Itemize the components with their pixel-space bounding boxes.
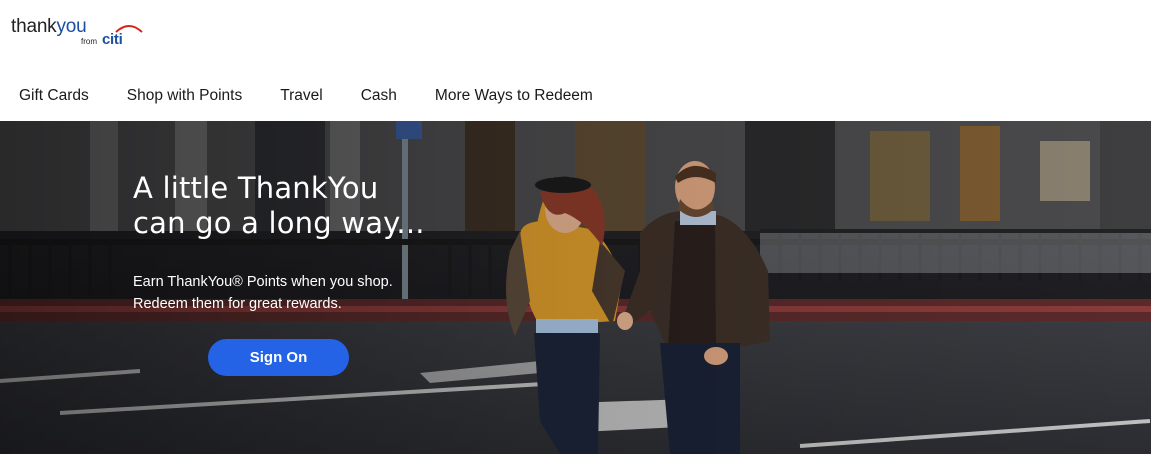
- hero-title: A little ThankYou can go a long way...: [133, 171, 453, 241]
- hero-title-line-1: A little ThankYou: [133, 171, 379, 205]
- logo-from-text: from: [81, 37, 97, 46]
- logo-citi-text: citi: [102, 31, 123, 48]
- hero-subtitle: Earn ThankYou® Points when you shop. Red…: [133, 271, 463, 315]
- nav-more-ways-to-redeem[interactable]: More Ways to Redeem: [416, 87, 612, 105]
- sign-on-button[interactable]: Sign On: [208, 339, 349, 376]
- hero-subtitle-line-1: Earn ThankYou® Points when you shop.: [133, 274, 393, 290]
- logo-wordmark: thankyou: [11, 16, 87, 37]
- nav-cash[interactable]: Cash: [342, 87, 416, 105]
- thankyou-citi-logo[interactable]: thankyou from citi: [11, 14, 143, 50]
- site-header: thankyou from citi Gift Cards Shop with …: [0, 0, 1151, 121]
- hero-title-line-2: can go a long way...: [133, 206, 425, 240]
- hero-subtitle-line-2: Redeem them for great rewards.: [133, 296, 342, 312]
- nav-shop-with-points[interactable]: Shop with Points: [108, 87, 261, 105]
- main-nav: Gift Cards Shop with Points Travel Cash …: [0, 80, 612, 112]
- hero-banner: A little ThankYou can go a long way... E…: [0, 121, 1151, 454]
- nav-travel[interactable]: Travel: [261, 87, 342, 105]
- nav-gift-cards[interactable]: Gift Cards: [0, 87, 108, 105]
- citi-arc-icon: [115, 25, 143, 33]
